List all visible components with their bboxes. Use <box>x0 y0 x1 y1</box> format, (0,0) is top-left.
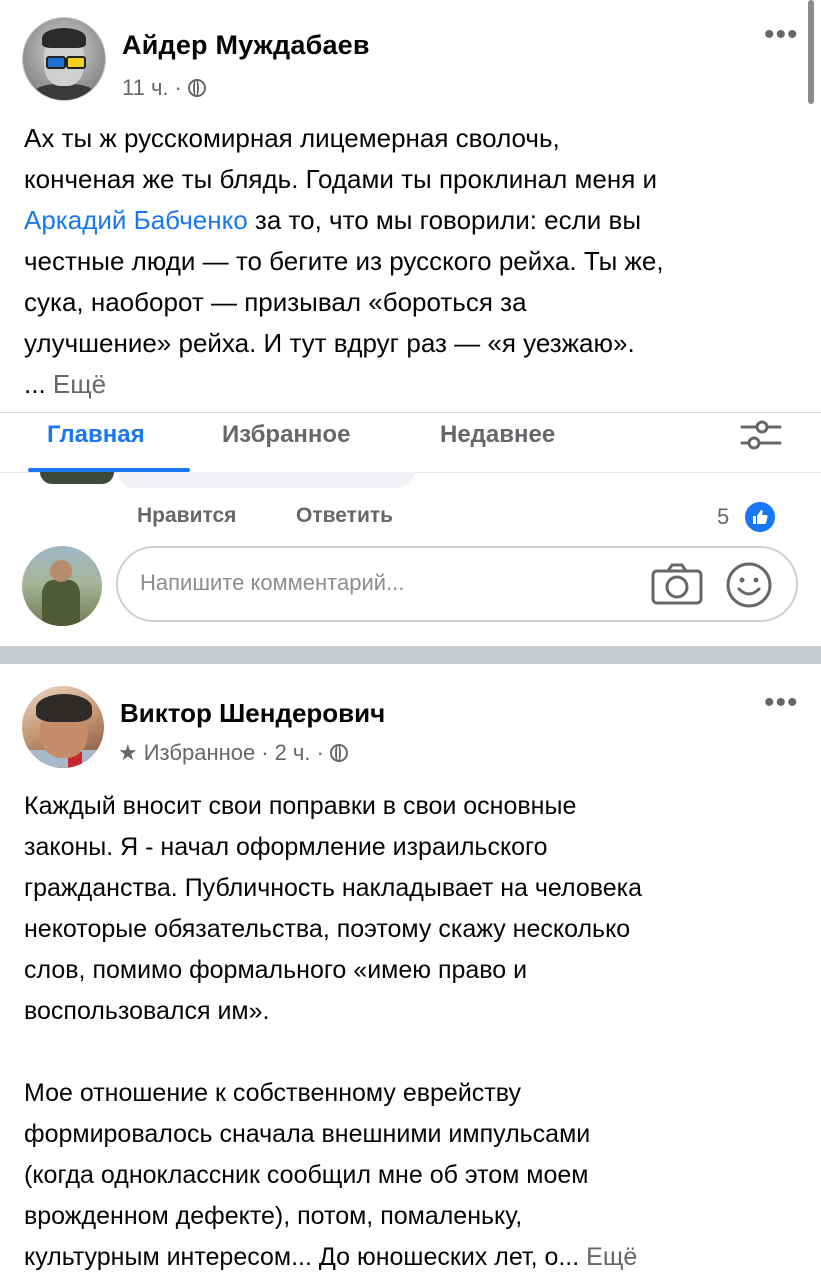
author-avatar[interactable] <box>22 17 106 101</box>
post-text-line: некоторые обязательства, поэтому скажу н… <box>24 915 631 943</box>
post-text-line: законы. Я - начал оформление израильског… <box>24 833 548 861</box>
comment-input-placeholder[interactable]: Напишите комментарий... <box>140 570 404 596</box>
filter-sliders-icon[interactable] <box>738 418 784 452</box>
post-time[interactable]: 11 ч. <box>122 75 169 101</box>
meta-separator: · <box>261 740 269 765</box>
meta-separator: · <box>316 740 324 765</box>
post-author-name[interactable]: Айдер Муждабаев <box>122 30 370 61</box>
post-text-line: Аркадий Бабченко за то, что мы говорили:… <box>24 200 804 241</box>
more-options-icon[interactable]: ••• <box>764 20 799 50</box>
globe-icon <box>329 744 348 762</box>
comment-like-button[interactable]: Нравится <box>137 504 236 528</box>
current-user-avatar[interactable] <box>22 546 102 626</box>
comment-reply-button[interactable]: Ответить <box>296 504 393 528</box>
post-text-fragment: культурным интересом... До юношеских лет… <box>24 1243 587 1271</box>
tab-home[interactable]: Главная <box>47 421 145 449</box>
see-more-link[interactable]: Ещё <box>586 1243 637 1271</box>
see-more-link[interactable]: Ещё <box>53 369 106 399</box>
post-text-line: культурным интересом... До юношеских лет… <box>24 1237 804 1278</box>
post-meta: ★ Избранное · 2 ч. · <box>118 740 348 766</box>
author-avatar[interactable] <box>22 686 104 768</box>
post-text-line: Каждый вносит свои поправки в свои основ… <box>24 792 577 820</box>
smile-icon[interactable] <box>724 560 774 610</box>
post-text-line: Мое отношение к собственному еврейству <box>24 1079 521 1107</box>
divider <box>0 412 821 413</box>
post-text: Ах ты ж русскомирная лицемерная сволочь,… <box>24 118 804 405</box>
post-text-line: слов, помимо формального «имею право и <box>24 956 528 984</box>
post-text-line: воспользовался им». <box>24 997 270 1025</box>
post-text-line: (когда одноклассник сообщил мне об этом … <box>24 1161 589 1189</box>
camera-icon[interactable] <box>650 562 704 606</box>
post-author-name[interactable]: Виктор Шендерович <box>120 698 385 729</box>
post-text-line: ... Ещё <box>24 364 804 405</box>
ellipsis: ... <box>24 369 53 399</box>
post-meta: 11 ч. · <box>122 75 206 101</box>
mention-link[interactable]: Аркадий Бабченко <box>24 205 248 235</box>
post-text-fragment: за то, что мы говорили: если вы <box>247 205 642 235</box>
like-thumb-icon <box>743 500 777 534</box>
globe-icon <box>187 79 206 97</box>
previous-comment-avatar <box>40 472 114 484</box>
post-time[interactable]: 2 ч. <box>275 740 311 766</box>
more-options-icon[interactable]: ••• <box>764 688 799 718</box>
previous-comment-bubble <box>118 472 414 488</box>
post-text-line: гражданства. Публичность накладывает на … <box>24 874 643 902</box>
tab-favorites[interactable]: Избранное <box>222 421 350 449</box>
star-icon: ★ <box>118 740 138 765</box>
post-text-line: сука, наоборот — призывал «бороться за <box>24 287 527 317</box>
post-text-line: Ах ты ж русскомирная лицемерная сволочь, <box>24 123 560 153</box>
post-text: Каждый вносит свои поправки в свои основ… <box>24 786 804 1278</box>
post-text-line: формировалось сначала внешними импульсам… <box>24 1120 591 1148</box>
like-count: 5 <box>717 504 730 529</box>
post-text-line: конченая же ты блядь. Годами ты проклина… <box>24 164 658 194</box>
favorites-badge: Избранное <box>143 740 256 765</box>
scrollbar[interactable] <box>808 0 814 104</box>
post-text-line: улучшение» рейха. И тут вдруг раз — «я у… <box>24 328 635 358</box>
meta-separator: · <box>174 75 182 100</box>
post-text-line: врожденном дефекте), потом, помаленьку, <box>24 1202 523 1230</box>
post-text-line: честные люди — то бегите из русского рей… <box>24 246 664 276</box>
feed-separator <box>0 646 821 664</box>
tab-recent[interactable]: Недавнее <box>440 421 555 449</box>
